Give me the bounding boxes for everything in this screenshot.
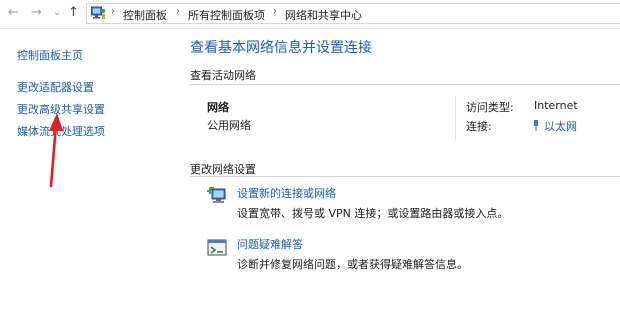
troubleshoot-description: 诊断并修复网络问题，或者获得疑难解答信息。 — [237, 258, 468, 271]
breadcrumb-item-control-panel[interactable]: 控制面板 — [123, 7, 167, 23]
troubleshoot-link[interactable]: 问题疑难解答 — [237, 236, 303, 252]
network-type[interactable]: 公用网络 — [207, 117, 251, 133]
divider — [190, 84, 620, 85]
page-title: 查看基本网络信息并设置连接 — [190, 40, 372, 56]
address-bar: ← → ⌄ ↑ › 控制面板 › 所有控制面板项 › 网络和共享中心 — [0, 0, 620, 29]
sidebar-item-adapter-settings[interactable]: 更改适配器设置 — [17, 79, 94, 95]
sidebar-item-advanced-sharing[interactable]: 更改高级共享设置 — [17, 101, 105, 117]
setup-connection-link[interactable]: 设置新的连接或网络 — [237, 185, 336, 201]
breadcrumb-item-all-items[interactable]: 所有控制面板项 — [188, 7, 265, 23]
back-icon[interactable]: ← — [8, 5, 19, 21]
divider — [455, 96, 456, 140]
control-panel-icon — [91, 6, 106, 19]
recent-locations-icon[interactable]: ⌄ — [53, 5, 61, 21]
ethernet-label: 以太网 — [544, 120, 577, 133]
forward-icon[interactable]: → — [31, 5, 42, 21]
setup-connection-description: 设置宽带、拨号或 VPN 连接；或设置路由器或接入点。 — [237, 207, 509, 220]
ethernet-icon — [534, 120, 538, 131]
sidebar-item-home[interactable]: 控制面板主页 — [17, 47, 83, 63]
up-icon[interactable]: ↑ — [68, 5, 79, 21]
ethernet-link[interactable]: 以太网 — [533, 118, 577, 134]
network-name: 网络 — [207, 101, 229, 114]
breadcrumb-item-network-center[interactable]: 网络和共享中心 — [285, 7, 362, 23]
breadcrumb[interactable]: › 控制面板 › 所有控制面板项 › 网络和共享中心 — [86, 3, 620, 24]
divider — [190, 176, 620, 177]
connection-label: 连接: — [466, 120, 492, 133]
access-type-value: Internet — [534, 99, 578, 112]
access-type-label: 访问类型: — [466, 101, 514, 114]
breadcrumb-separator: › — [273, 6, 277, 17]
change-settings-heading: 更改网络设置 — [190, 163, 256, 176]
sidebar-item-media-streaming[interactable]: 媒体流式处理选项 — [17, 123, 105, 139]
active-networks-heading: 查看活动网络 — [190, 69, 256, 82]
troubleshoot-icon — [207, 239, 227, 256]
breadcrumb-separator: › — [111, 6, 115, 17]
breadcrumb-separator: › — [176, 6, 180, 17]
new-connection-icon — [207, 187, 226, 203]
